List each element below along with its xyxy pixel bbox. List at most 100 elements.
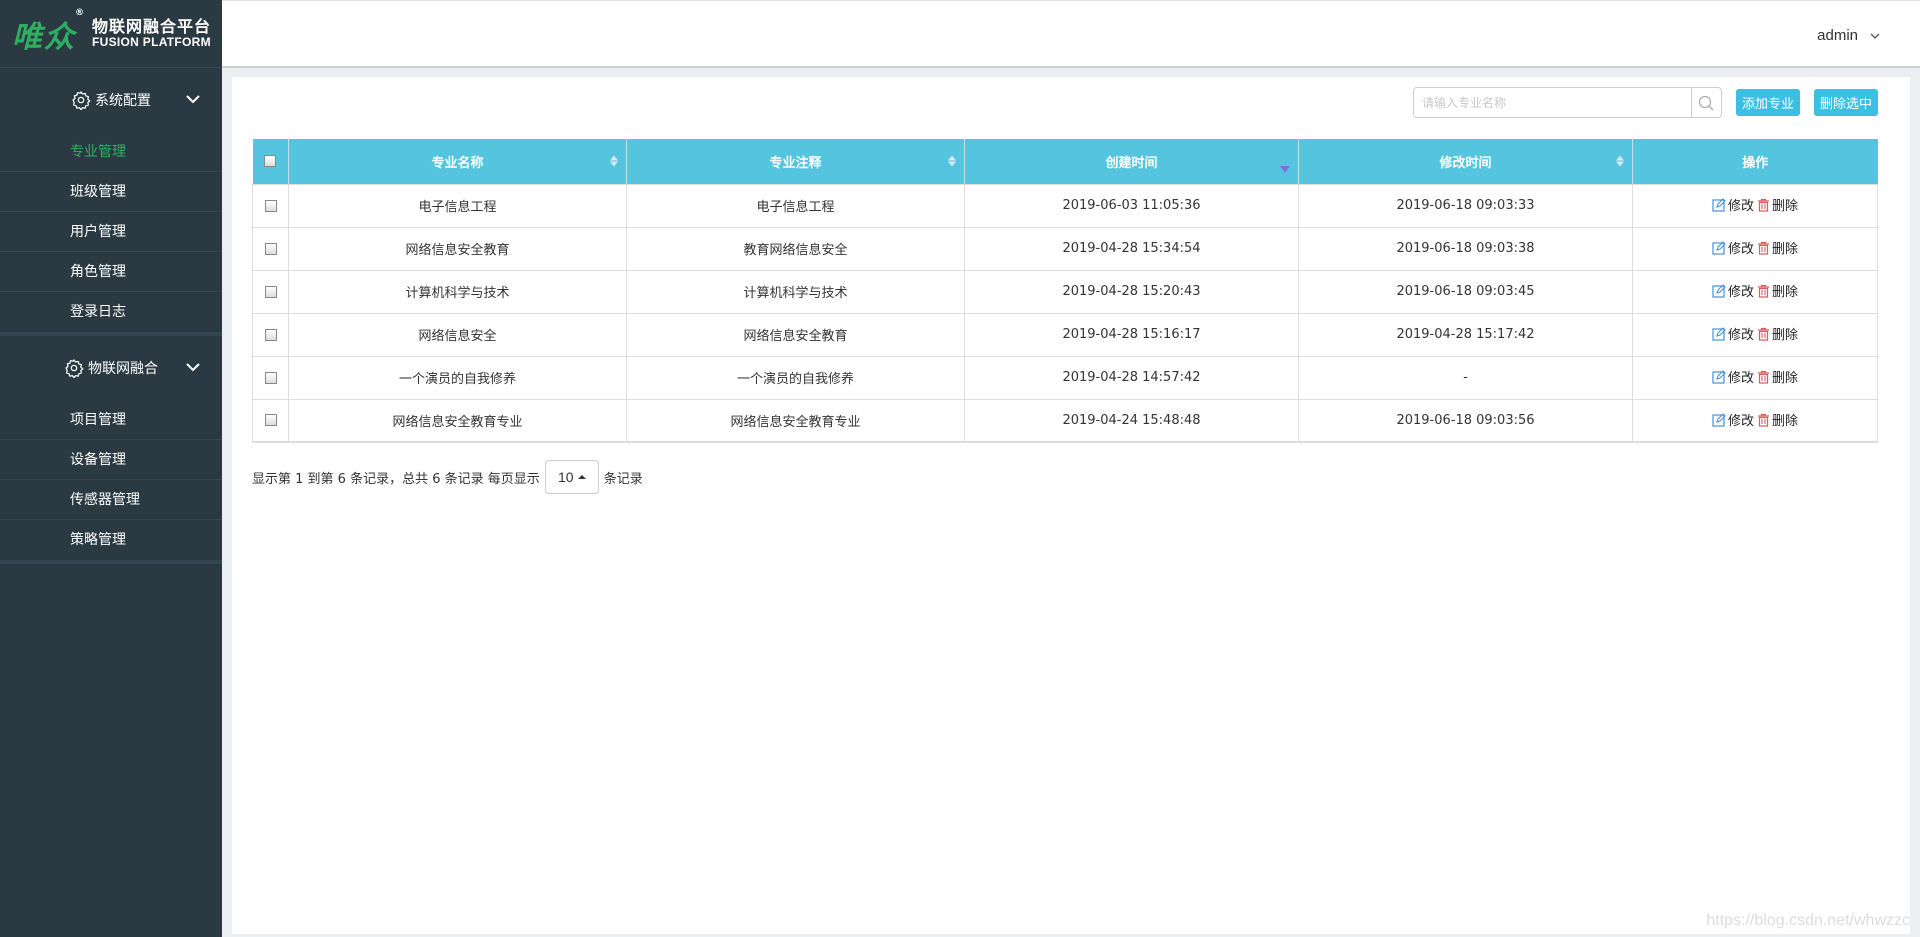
sidebar-item-sensor-management[interactable]: 传感器管理 [0, 480, 222, 520]
column-label: 创建时间 [1105, 155, 1158, 171]
cell-created: 2019-04-28 14:57:42 [964, 355, 1299, 400]
row-select-cell [252, 398, 289, 443]
sidebar-item-login-log[interactable]: 登录日志 [0, 292, 222, 332]
sidebar-item-class-management[interactable]: 班级管理 [0, 172, 222, 212]
sidebar-item-role-management[interactable]: 角色管理 [0, 252, 222, 292]
row-select-cell [252, 355, 289, 400]
delete-button[interactable]: 删除 [1757, 281, 1798, 300]
sidebar-item-device-management[interactable]: 设备管理 [0, 440, 222, 480]
cell-note: 一个演员的自我修养 [626, 355, 965, 400]
trash-icon [1758, 284, 1769, 298]
table-row: 网络信息安全教育专业 网络信息安全教育专业 2019-04-24 15:48:4… [252, 398, 1878, 443]
row-checkbox[interactable] [264, 414, 277, 427]
table-row: 电子信息工程 电子信息工程 2019-06-03 11:05:36 2019-0… [252, 183, 1878, 228]
select-all-checkbox[interactable] [264, 155, 277, 168]
user-menu[interactable]: admin [1817, 27, 1880, 44]
nav-group-header-system[interactable]: 系统配置 [0, 68, 222, 132]
trash-icon [1758, 241, 1769, 255]
column-label: 修改时间 [1439, 155, 1492, 171]
cell-note: 网络信息安全教育 [626, 312, 965, 357]
sidebar-item-strategy-management[interactable]: 策略管理 [0, 520, 222, 560]
add-major-button[interactable]: 添加专业 [1735, 89, 1800, 116]
column-label: 操作 [1742, 155, 1769, 171]
cell-actions: 修改 删除 [1632, 226, 1878, 271]
row-checkbox[interactable] [264, 199, 277, 212]
cell-actions: 修改 删除 [1632, 269, 1878, 314]
delete-label: 删除 [1772, 199, 1799, 215]
cell-actions: 修改 删除 [1632, 183, 1878, 228]
search-input[interactable] [1413, 88, 1691, 117]
nav-group-header-iot[interactable]: 物联网融合 [0, 336, 222, 400]
sort-icon[interactable] [610, 155, 618, 167]
cell-created: 2019-06-03 11:05:36 [964, 183, 1299, 228]
table-body: 电子信息工程 电子信息工程 2019-06-03 11:05:36 2019-0… [252, 183, 1878, 443]
edit-icon [1712, 412, 1726, 427]
delete-selected-button[interactable]: 删除选中 [1813, 89, 1878, 116]
table-row: 计算机科学与技术 计算机科学与技术 2019-04-28 15:20:43 20… [252, 269, 1878, 314]
row-select-cell [252, 312, 289, 357]
sidebar-item-major-management[interactable]: 专业管理 [0, 132, 222, 172]
gear-icon [71, 90, 91, 110]
row-select-cell [252, 226, 289, 271]
row-checkbox[interactable] [264, 242, 277, 255]
column-header-actions: 操作 [1632, 139, 1878, 184]
sidebar-item-project-management[interactable]: 项目管理 [0, 400, 222, 440]
page-size-select[interactable]: 10 [544, 460, 599, 494]
platform-title-en: FUSION PLATFORM [92, 34, 211, 49]
edit-button[interactable]: 修改 [1712, 410, 1754, 429]
delete-button[interactable]: 删除 [1757, 324, 1798, 343]
column-header-name[interactable]: 专业名称 [288, 139, 627, 184]
search-box [1412, 87, 1722, 118]
sort-desc-icon[interactable] [1280, 165, 1290, 173]
nav-group-label: 物联网融合 [88, 361, 158, 377]
pagination-suffix: 条记录 [603, 471, 643, 487]
delete-button[interactable]: 删除 [1757, 410, 1798, 429]
cell-modified: 2019-06-18 09:03:56 [1298, 398, 1633, 443]
edit-label: 修改 [1727, 242, 1754, 258]
row-select-cell [252, 269, 289, 314]
delete-label: 删除 [1772, 414, 1799, 429]
cell-created: 2019-04-28 15:16:17 [964, 312, 1299, 357]
row-checkbox[interactable] [264, 371, 277, 384]
trash-icon [1758, 198, 1769, 212]
page-size-value: 10 [557, 469, 574, 485]
edit-button[interactable]: 修改 [1712, 324, 1754, 343]
cell-actions: 修改 删除 [1632, 312, 1878, 357]
delete-button[interactable]: 删除 [1757, 367, 1798, 386]
cell-name: 计算机科学与技术 [288, 269, 627, 314]
column-header-created[interactable]: 创建时间 [964, 139, 1299, 184]
edit-icon [1712, 240, 1726, 255]
delete-label: 删除 [1772, 328, 1799, 344]
logo-mark-text: 唯众 [12, 19, 76, 55]
row-checkbox[interactable] [264, 285, 277, 298]
edit-label: 修改 [1727, 414, 1754, 429]
edit-button[interactable]: 修改 [1712, 367, 1754, 386]
row-checkbox[interactable] [264, 328, 277, 341]
delete-button[interactable]: 删除 [1757, 238, 1798, 257]
delete-button[interactable]: 删除 [1757, 195, 1798, 214]
edit-button[interactable]: 修改 [1712, 195, 1754, 214]
sidebar: 唯众 ® 物联网融合平台 FUSION PLATFORM 系统配置 专业管理 班级… [0, 0, 222, 937]
select-all-cell [252, 139, 289, 184]
edit-icon [1712, 197, 1726, 212]
cell-modified: 2019-04-28 15:17:42 [1298, 312, 1633, 357]
edit-button[interactable]: 修改 [1712, 238, 1754, 257]
chevron-down-icon [186, 92, 200, 108]
row-select-cell [252, 183, 289, 228]
edit-button[interactable]: 修改 [1712, 281, 1754, 300]
edit-label: 修改 [1727, 285, 1754, 301]
cell-modified: 2019-06-18 09:03:33 [1298, 183, 1633, 228]
cell-name: 电子信息工程 [288, 183, 627, 228]
cell-note: 教育网络信息安全 [626, 226, 965, 271]
column-header-note[interactable]: 专业注释 [626, 139, 965, 184]
sort-icon[interactable] [1616, 155, 1624, 167]
sort-icon[interactable] [948, 155, 956, 167]
search-button[interactable] [1690, 88, 1721, 117]
sidebar-item-user-management[interactable]: 用户管理 [0, 212, 222, 252]
top-bar: admin [222, 0, 1920, 68]
cell-note: 网络信息安全教育专业 [626, 398, 965, 443]
column-header-modified[interactable]: 修改时间 [1298, 139, 1633, 184]
cell-actions: 修改 删除 [1632, 355, 1878, 400]
registered-mark: ® [75, 7, 86, 18]
table-row: 网络信息安全 网络信息安全教育 2019-04-28 15:16:17 2019… [252, 312, 1878, 357]
